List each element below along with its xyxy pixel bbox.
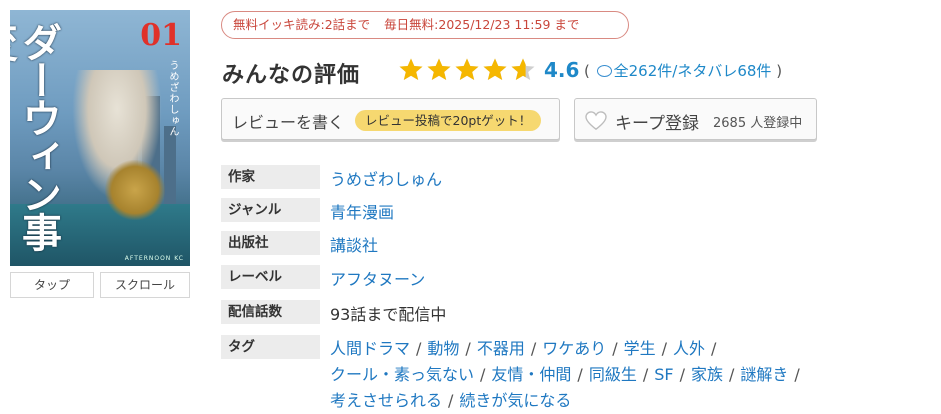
keep-button[interactable]: キープ登録 2685 人登録中 [574, 98, 817, 140]
tag-link[interactable]: SF [654, 365, 673, 384]
tag-separator: / [480, 365, 486, 384]
cover-statue [105, 160, 165, 220]
tag-link[interactable]: 同級生 [589, 365, 637, 384]
tag-link[interactable]: 人間ドラマ [330, 339, 410, 358]
tag-separator: / [612, 339, 618, 358]
cover-publisher-mark: AFTERNOON KC [124, 255, 184, 262]
author-link[interactable]: うめざわしゅん [330, 166, 442, 190]
review-counts: ( 全262件/ネタバレ68件 ) [584, 60, 782, 81]
tag-list: 人間ドラマ / 動物 / 不器用 / ワケあり / 学生 / 人外 / クール・素っ気ない / 友情・仲間 /… [330, 336, 890, 414]
heart-icon [585, 111, 607, 131]
cover-volume: 01 [140, 18, 182, 53]
open-paren: ( [584, 62, 590, 80]
tag-link[interactable]: 動物 [427, 339, 459, 358]
tag-separator: / [465, 339, 471, 358]
star-icon [399, 58, 423, 80]
author-label: 作家 [221, 165, 320, 189]
free-binge-text: 無料イッキ読み:2話まで [233, 17, 371, 32]
rating-score: 4.6 [544, 58, 580, 82]
tag-separator: / [577, 365, 583, 384]
write-review-label: レビューを書く [232, 113, 345, 132]
tag-link[interactable]: 家族 [691, 365, 723, 384]
tag-link[interactable]: 不器用 [477, 339, 525, 358]
tags-label: タグ [221, 335, 320, 359]
tag-link[interactable]: ワケあり [542, 339, 606, 358]
episodes-value: 93話まで配信中 [330, 305, 447, 324]
tag-separator: / [728, 365, 735, 384]
publisher-link[interactable]: 講談社 [330, 232, 378, 256]
tag-link[interactable]: クール・素っ気ない [330, 365, 474, 384]
tag-separator: / [679, 365, 685, 384]
cover-author: うめざわしゅん [167, 60, 178, 137]
tag-link[interactable]: 人外 [673, 339, 705, 358]
tag-link[interactable]: 学生 [624, 339, 656, 358]
tag-separator: / [530, 339, 537, 358]
review-count-link[interactable]: 全262件/ネタバレ68件 [614, 62, 772, 80]
tag-separator: / [448, 391, 454, 410]
rating-title: みんなの評価 [222, 63, 361, 88]
star-icon [511, 58, 535, 80]
keep-label: キープ登録 [615, 114, 699, 134]
tag-separator: / [642, 365, 649, 384]
star-rating [398, 57, 538, 83]
cover-image[interactable]: ダーウィン事変 01 うめざわしゅん AFTERNOON KC [10, 10, 190, 266]
tap-mode-button[interactable]: タップ [10, 272, 94, 298]
tag-separator: / [661, 339, 668, 358]
review-points-pill: レビュー投稿で20ptゲット！ [355, 110, 542, 131]
tag-separator: / [416, 339, 422, 358]
write-review-button[interactable]: レビューを書く レビュー投稿で20ptゲット！ [221, 98, 560, 140]
episodes-label: 配信話数 [221, 300, 320, 324]
star-icon [427, 58, 451, 80]
tag-link[interactable]: 友情・仲間 [491, 365, 571, 384]
free-reading-badge: 無料イッキ読み:2話まで 毎日無料:2025/12/23 11:59 まで [221, 11, 629, 39]
close-paren: ) [776, 62, 783, 80]
tag-link[interactable]: 謎解き [740, 365, 788, 384]
cover-title: ダーウィン事変 [10, 22, 61, 250]
publisher-label: 出版社 [221, 231, 320, 255]
daily-free-text: 毎日無料:2025/12/23 11:59 まで [384, 17, 580, 32]
speech-bubble-icon [596, 65, 612, 77]
tag-link[interactable]: 考えさせられる [330, 391, 442, 410]
genre-label: ジャンル [221, 198, 320, 222]
tag-link[interactable]: 続きが気になる [459, 391, 571, 410]
keep-count: 2685 人登録中 [713, 116, 803, 131]
label-label: レーベル [221, 265, 320, 289]
star-icon [455, 58, 479, 80]
scroll-mode-button[interactable]: スクロール [100, 272, 190, 298]
reader-mode-tabs: タップ スクロール [10, 272, 190, 298]
genre-link[interactable]: 青年漫画 [330, 199, 394, 223]
tag-separator: / [711, 339, 717, 358]
star-icon [483, 58, 507, 80]
label-link[interactable]: アフタヌーン [330, 266, 425, 290]
tag-separator: / [794, 365, 800, 384]
